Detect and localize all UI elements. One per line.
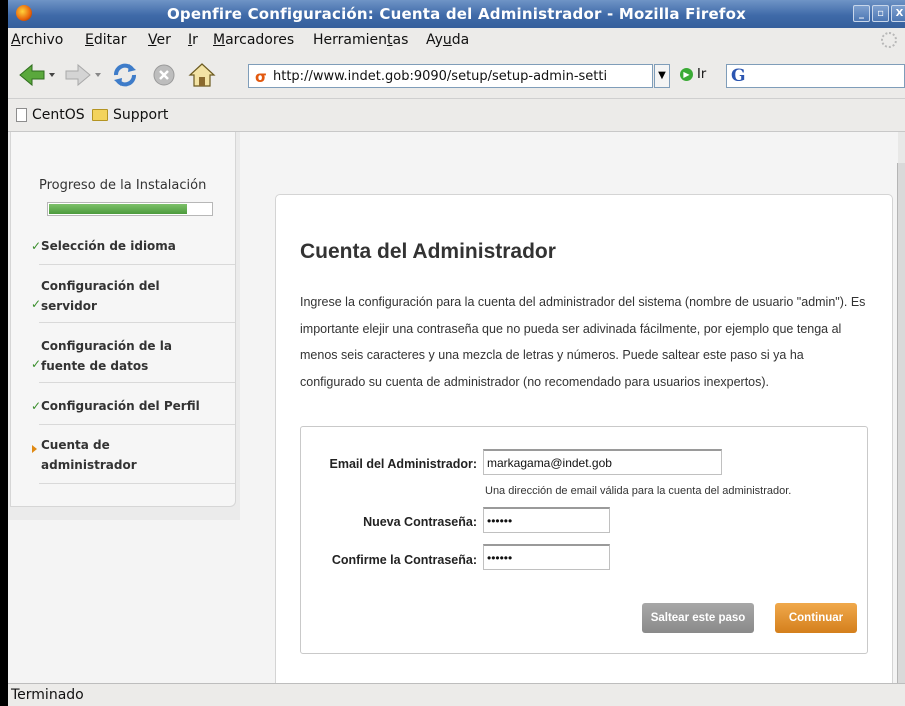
step-label-line1: Configuración de la [41, 339, 172, 353]
url-history-dropdown[interactable]: ▼ [654, 64, 670, 88]
menu-editar-mnemonic: E [85, 32, 94, 48]
go-arrow-icon: ▶ [680, 68, 693, 81]
menu-ayuda-mnemonic: u [442, 32, 452, 48]
home-icon [188, 63, 216, 87]
menu-archivo-mnemonic: A [11, 32, 21, 48]
step-label-line1: Cuenta de [41, 438, 110, 452]
menu-ayuda-label-a: Ay [426, 32, 443, 48]
step-configuracion-fuente-datos[interactable]: ✓ Configuración de la fuente de datos [31, 336, 235, 383]
home-button[interactable] [186, 61, 218, 89]
check-icon: ✓ [31, 297, 42, 311]
check-icon: ✓ [31, 357, 42, 371]
vertical-scrollbar[interactable] [897, 163, 905, 683]
menu-ir[interactable]: Ir [188, 32, 198, 48]
stop-icon [153, 64, 175, 86]
main-panel: Cuenta del Administrador Ingrese la conf… [275, 194, 893, 706]
minimize-button[interactable]: _ [853, 5, 870, 22]
search-box[interactable]: G [726, 64, 905, 88]
back-arrow-icon [19, 63, 55, 87]
google-icon: G [731, 66, 746, 86]
menu-ayuda[interactable]: Ayuda [426, 32, 469, 48]
forward-button[interactable] [64, 61, 104, 89]
reload-button[interactable] [111, 61, 139, 89]
bookmark-centos[interactable]: CentOS [16, 107, 85, 123]
folder-icon [92, 109, 108, 121]
bookmark-support-label: Support [113, 107, 169, 123]
menu-archivo-label: rchivo [20, 32, 64, 48]
step-label-line2: administrador [41, 458, 137, 472]
go-button[interactable]: ▶ Ir [680, 67, 706, 82]
menu-ir-label: r [192, 32, 198, 48]
activity-throbber-icon [881, 32, 897, 48]
window-title: Openfire Configuración: Cuenta del Admin… [166, 5, 747, 23]
menu-editar-label: ditar [93, 32, 127, 48]
menu-herramientas[interactable]: Herramientas [313, 32, 408, 48]
go-label: Ir [697, 67, 707, 82]
step-cuenta-administrador[interactable]: Cuenta de administrador [32, 435, 235, 484]
menu-marcadores-mnemonic: M [213, 32, 226, 48]
menu-ver[interactable]: Ver [148, 32, 171, 48]
stop-button[interactable] [150, 61, 178, 89]
page-icon [16, 108, 27, 122]
new-password-label: Nueva Contraseña: [363, 515, 477, 529]
browser-window: Openfire Configuración: Cuenta del Admin… [8, 0, 905, 706]
admin-account-form: Email del Administrador: Una dirección d… [300, 426, 868, 654]
url-bar[interactable]: σ [248, 64, 653, 88]
status-bar: Terminado [8, 683, 905, 706]
setup-sidebar: Progreso de la Instalación ✓ Selección d… [8, 132, 240, 520]
progress-bar-fill [49, 204, 187, 214]
title-bar: Openfire Configuración: Cuenta del Admin… [8, 0, 905, 28]
step-configuracion-perfil[interactable]: ✓ Configuración del Perfil [31, 396, 235, 425]
menu-herramientas-label-a: Herramien [313, 32, 387, 48]
new-password-field[interactable] [483, 507, 610, 533]
bookmarks-toolbar: CentOS Support [8, 99, 905, 132]
menu-archivo[interactable]: Archivo [11, 32, 63, 48]
confirm-password-label: Confirme la Contraseña: [331, 553, 477, 567]
page-title: Cuenta del Administrador [300, 240, 556, 263]
progress-bar [47, 202, 213, 216]
current-step-arrow-icon [32, 445, 37, 453]
step-label: Configuración del Perfil [41, 399, 200, 413]
page-description: Ingrese la configuración para la cuenta … [300, 295, 866, 389]
check-icon: ✓ [31, 239, 42, 253]
navigation-toolbar: σ ▼ ▶ Ir G [8, 52, 905, 99]
url-input[interactable] [273, 67, 648, 85]
menu-herramientas-label-b: as [392, 32, 409, 48]
maximize-button[interactable]: ▫ [872, 5, 889, 22]
menu-editar[interactable]: Editar [85, 32, 126, 48]
email-label: Email del Administrador: [329, 457, 477, 471]
forward-arrow-icon [65, 63, 101, 87]
openfire-favicon-icon: σ [255, 68, 267, 86]
step-label: Selección de idioma [41, 239, 176, 253]
menu-marcadores[interactable]: Marcadores [213, 32, 294, 48]
bookmark-support[interactable]: Support [92, 107, 168, 123]
sidebar-panel: Progreso de la Instalación ✓ Selección d… [10, 132, 236, 507]
menu-ver-label: er [156, 32, 171, 48]
close-button[interactable]: X [891, 5, 905, 22]
step-label-line2: fuente de datos [41, 359, 149, 373]
email-hint: Una dirección de email válida para la cu… [485, 485, 792, 497]
back-button[interactable] [18, 61, 58, 89]
email-field[interactable] [483, 449, 722, 475]
status-text: Terminado [11, 687, 84, 703]
menu-ver-mnemonic: V [148, 32, 157, 48]
check-icon: ✓ [31, 399, 42, 413]
menu-marcadores-label: arcadores [225, 32, 295, 48]
reload-icon [114, 63, 136, 87]
continue-button[interactable]: Continuar [775, 603, 857, 633]
bookmark-centos-label: CentOS [32, 107, 85, 123]
menu-bar: Archivo Editar Ver Ir Marcadores Herrami… [8, 28, 905, 52]
step-configuracion-servidor[interactable]: ✓ Configuración del servidor [31, 276, 235, 323]
chevron-down-icon: ▼ [658, 70, 666, 81]
step-seleccion-idioma[interactable]: ✓ Selección de idioma [31, 236, 235, 265]
confirm-password-field[interactable] [483, 544, 610, 570]
progress-label: Progreso de la Instalación [39, 178, 207, 193]
skip-step-button[interactable]: Saltear este paso [642, 603, 754, 633]
step-label-line2: servidor [41, 299, 97, 313]
step-label-line1: Configuración del [41, 279, 160, 293]
menu-ayuda-label-b: da [451, 32, 470, 48]
